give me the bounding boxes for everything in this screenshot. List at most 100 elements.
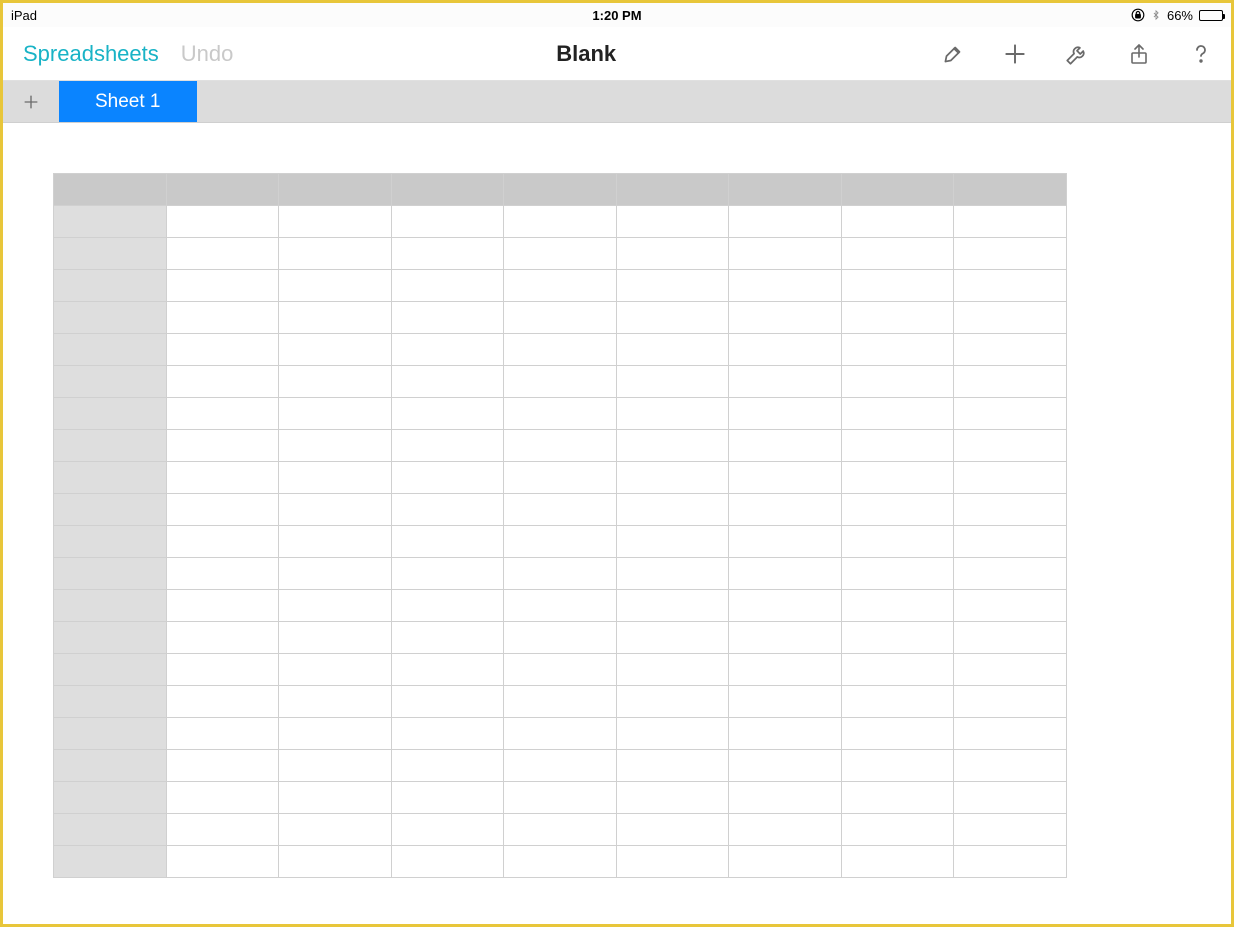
row-header[interactable]: [54, 814, 167, 846]
cell[interactable]: [954, 462, 1067, 494]
cell[interactable]: [616, 206, 729, 238]
row-header[interactable]: [54, 622, 167, 654]
help-icon[interactable]: [1187, 40, 1215, 68]
cell[interactable]: [616, 846, 729, 878]
cell[interactable]: [616, 558, 729, 590]
column-header[interactable]: [391, 174, 504, 206]
cell[interactable]: [279, 366, 392, 398]
cell[interactable]: [504, 846, 617, 878]
column-header[interactable]: [841, 174, 954, 206]
cell[interactable]: [166, 686, 279, 718]
cell[interactable]: [166, 430, 279, 462]
cell[interactable]: [729, 814, 842, 846]
cell[interactable]: [616, 494, 729, 526]
cell[interactable]: [841, 526, 954, 558]
cell[interactable]: [391, 526, 504, 558]
cell[interactable]: [391, 270, 504, 302]
cell[interactable]: [504, 686, 617, 718]
cell[interactable]: [166, 782, 279, 814]
cell[interactable]: [954, 302, 1067, 334]
cell[interactable]: [504, 366, 617, 398]
cell[interactable]: [391, 846, 504, 878]
cell[interactable]: [279, 718, 392, 750]
cell[interactable]: [954, 366, 1067, 398]
cell[interactable]: [841, 558, 954, 590]
cell[interactable]: [616, 622, 729, 654]
column-header[interactable]: [504, 174, 617, 206]
row-header[interactable]: [54, 366, 167, 398]
cell[interactable]: [391, 366, 504, 398]
row-header[interactable]: [54, 590, 167, 622]
cell[interactable]: [729, 302, 842, 334]
cell[interactable]: [954, 654, 1067, 686]
cell[interactable]: [954, 622, 1067, 654]
row-header[interactable]: [54, 494, 167, 526]
cell[interactable]: [504, 654, 617, 686]
cell[interactable]: [954, 750, 1067, 782]
cell[interactable]: [279, 398, 392, 430]
cell[interactable]: [391, 750, 504, 782]
cell[interactable]: [841, 782, 954, 814]
row-header[interactable]: [54, 238, 167, 270]
row-header[interactable]: [54, 718, 167, 750]
column-header[interactable]: [954, 174, 1067, 206]
cell[interactable]: [391, 462, 504, 494]
add-sheet-button[interactable]: [3, 81, 59, 122]
undo-button[interactable]: Undo: [181, 41, 234, 67]
cell[interactable]: [616, 718, 729, 750]
cell[interactable]: [279, 270, 392, 302]
cell[interactable]: [279, 590, 392, 622]
cell[interactable]: [504, 750, 617, 782]
cell[interactable]: [841, 686, 954, 718]
column-header[interactable]: [166, 174, 279, 206]
document-title[interactable]: Blank: [556, 41, 616, 66]
cell[interactable]: [616, 590, 729, 622]
cell[interactable]: [166, 302, 279, 334]
cell[interactable]: [729, 334, 842, 366]
cell[interactable]: [616, 654, 729, 686]
cell[interactable]: [504, 526, 617, 558]
cell[interactable]: [279, 206, 392, 238]
sheet-tab-active[interactable]: Sheet 1: [59, 81, 197, 122]
cell[interactable]: [391, 302, 504, 334]
cell[interactable]: [841, 622, 954, 654]
cell[interactable]: [729, 398, 842, 430]
paintbrush-icon[interactable]: [939, 40, 967, 68]
cell[interactable]: [841, 462, 954, 494]
cell[interactable]: [279, 750, 392, 782]
cell[interactable]: [166, 750, 279, 782]
row-header[interactable]: [54, 430, 167, 462]
cell[interactable]: [279, 238, 392, 270]
cell[interactable]: [841, 718, 954, 750]
cell[interactable]: [279, 654, 392, 686]
cell[interactable]: [841, 750, 954, 782]
cell[interactable]: [391, 494, 504, 526]
cell[interactable]: [841, 398, 954, 430]
cell[interactable]: [391, 238, 504, 270]
row-header[interactable]: [54, 654, 167, 686]
cell[interactable]: [954, 430, 1067, 462]
cell[interactable]: [841, 494, 954, 526]
plus-icon[interactable]: [1001, 40, 1029, 68]
cell[interactable]: [166, 494, 279, 526]
cell[interactable]: [166, 622, 279, 654]
cell[interactable]: [279, 302, 392, 334]
cell[interactable]: [729, 430, 842, 462]
column-header[interactable]: [729, 174, 842, 206]
row-header[interactable]: [54, 846, 167, 878]
cell[interactable]: [841, 814, 954, 846]
row-header[interactable]: [54, 558, 167, 590]
cell[interactable]: [729, 686, 842, 718]
cell[interactable]: [279, 430, 392, 462]
cell[interactable]: [954, 270, 1067, 302]
cell[interactable]: [954, 558, 1067, 590]
cell[interactable]: [729, 366, 842, 398]
cell[interactable]: [841, 654, 954, 686]
cell[interactable]: [166, 206, 279, 238]
cell[interactable]: [166, 334, 279, 366]
cell[interactable]: [841, 238, 954, 270]
cell[interactable]: [279, 526, 392, 558]
cell[interactable]: [504, 206, 617, 238]
cell[interactable]: [391, 590, 504, 622]
spreadsheet-grid[interactable]: [53, 173, 1067, 878]
